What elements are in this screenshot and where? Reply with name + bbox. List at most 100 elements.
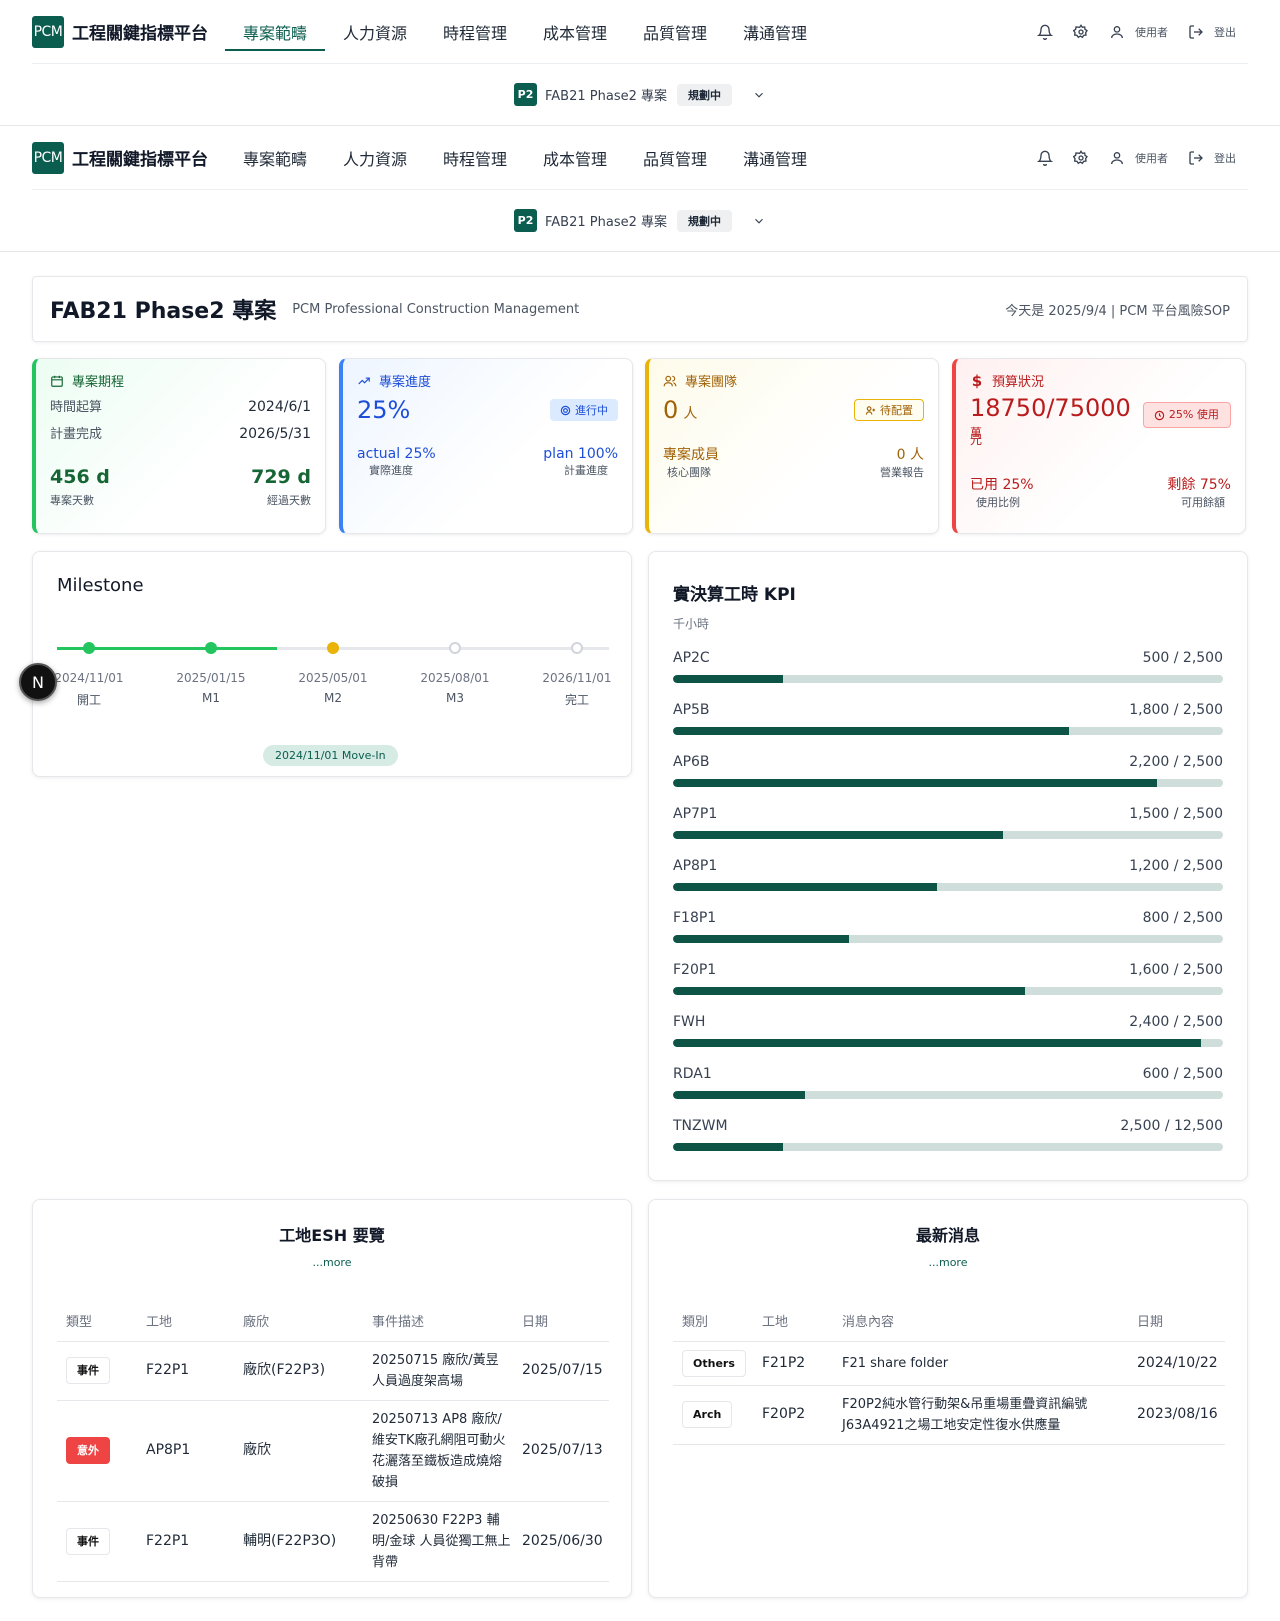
logout-link[interactable]: 登出 (1188, 24, 1236, 40)
col-category: 類別 (673, 1301, 753, 1342)
kpi-name: AP8P1 (673, 858, 718, 874)
type-tag: 事件 (66, 1357, 110, 1384)
brand[interactable]: PCM 工程關鍵指標平台 (32, 15, 225, 48)
kpi-bar-track (673, 779, 1223, 787)
col-site: 工地 (753, 1301, 833, 1342)
chevron-down-icon[interactable] (752, 88, 766, 102)
kpi-row: F20P1 1,600 / 2,500 (673, 962, 1223, 978)
bell-icon[interactable] (1037, 150, 1053, 166)
user-menu[interactable]: 使用者 (1109, 150, 1168, 166)
kpi-item: FWH 2,400 / 2,500 (673, 1014, 1223, 1066)
table-row[interactable]: Arch F20P2 F20P2純水管行動架&吊重場重疊資訊編號J63A4921之場… (673, 1385, 1225, 1445)
logout-label: 登出 (1214, 151, 1236, 165)
start-label: 時間起算 (50, 400, 103, 415)
stat-row: 456 d 729 d (50, 466, 311, 488)
tab-cost[interactable]: 成本管理 (525, 0, 625, 64)
tab-scope[interactable]: 專案範疇 (225, 126, 325, 190)
esh-more-link[interactable]: ...more (33, 1256, 631, 1269)
stat-title: 專案團隊 (685, 375, 738, 390)
kpi-value: 1,200 / 2,500 (1129, 858, 1223, 874)
gear-icon[interactable] (1073, 149, 1089, 166)
budget-pill-text: 25% 使用 (1168, 408, 1219, 421)
milestone-date: 2024/11/01 (54, 671, 124, 685)
tab-cost[interactable]: 成本管理 (525, 126, 625, 190)
kpi-name: AP5B (673, 702, 710, 718)
kpi-value: 800 / 2,500 (1142, 910, 1223, 926)
kpi-item: AP5B 1,800 / 2,500 (673, 702, 1223, 754)
nav-actions: 使用者 登出 (1037, 23, 1236, 40)
kpi-list: AP2C 500 / 2,500 AP5B 1,800 / 2,500 AP6B 2,20… (673, 650, 1223, 1170)
calendar-icon (51, 375, 63, 387)
navbar: PCM 工程關鍵指標平台 專案範疇 人力資源 時程管理 成本管理 品質管理 溝通… (32, 0, 1248, 64)
kpi-bar-track (673, 727, 1223, 735)
kpi-value: 1,600 / 2,500 (1129, 962, 1223, 978)
tab-scope[interactable]: 專案範疇 (225, 0, 325, 64)
milestone-dot[interactable] (327, 642, 339, 654)
milestone-name: M2 (324, 691, 342, 705)
tab-schedule[interactable]: 時程管理 (425, 126, 525, 190)
stat-card-progress: 專案進度 25% 進行中 actual 25% plan 100% 實際進度 計… (339, 358, 633, 534)
milestone-dot[interactable] (205, 642, 217, 654)
kpi-value: 2,400 / 2,500 (1129, 1014, 1223, 1030)
user-menu[interactable]: 使用者 (1109, 24, 1168, 40)
milestone-name: 完工 (564, 693, 589, 707)
bell-icon[interactable] (1037, 24, 1053, 40)
remain-value: 剩餘 75% (1167, 477, 1231, 493)
top-header-duplicate: PCM 工程關鍵指標平台 專案範疇 人力資源 時程管理 成本管理 品質管理 溝通… (0, 126, 1280, 252)
user-icon (1111, 151, 1123, 164)
gear-icon[interactable] (1073, 23, 1089, 40)
kpi-bar-fill (673, 779, 1157, 787)
kpi-row: F18P1 800 / 2,500 (673, 910, 1223, 926)
budget-pill: 25% 使用 (1142, 402, 1231, 428)
tab-quality[interactable]: 品質管理 (625, 126, 725, 190)
tab-quality[interactable]: 品質管理 (625, 0, 725, 64)
milestone-dot[interactable] (571, 642, 583, 654)
floating-n-button[interactable]: N (19, 663, 57, 701)
content-cell: F21 share folder (833, 1341, 1128, 1386)
news-more-link[interactable]: ...more (649, 1256, 1247, 1269)
table-row[interactable]: 事件 F22P1 廠欣(F22P3) 20250715 廠欣/黃昱 人員過度架高場 20… (57, 1341, 609, 1401)
logout-link[interactable]: 登出 (1188, 150, 1236, 166)
nav-tabs: 專案範疇 人力資源 時程管理 成本管理 品質管理 溝通管理 (225, 126, 825, 190)
project-selector[interactable]: P2 FAB21 Phase2 專案 規劃中 (0, 64, 1280, 125)
desc-cell: 20250715 廠欣/黃昱 人員過度架高場 (363, 1341, 513, 1401)
tab-communication[interactable]: 溝通管理 (725, 0, 825, 64)
logout-icon (1189, 24, 1203, 39)
kpi-name: AP6B (673, 754, 710, 770)
nav-tabs: 專案範疇 人力資源 時程管理 成本管理 品質管理 溝通管理 (225, 0, 825, 64)
kpi-bar-track (673, 675, 1223, 683)
news-table-body: Others F21P2 F21 share folder 2024/10/22 Arc… (673, 1341, 1225, 1445)
milestone-name: M3 (446, 691, 464, 705)
milestone-dot[interactable] (83, 642, 95, 654)
kpi-row: FWH 2,400 / 2,500 (673, 1014, 1223, 1030)
tab-hr[interactable]: 人力資源 (325, 126, 425, 190)
today-info[interactable]: 今天是 2025/9/4 | PCM 平台風險SOP (1005, 300, 1230, 319)
chevron-down-icon[interactable] (752, 214, 766, 228)
tab-communication[interactable]: 溝通管理 (725, 126, 825, 190)
brand[interactable]: PCM 工程關鍵指標平台 (32, 141, 225, 174)
tab-hr[interactable]: 人力資源 (325, 0, 425, 64)
milestone-dot[interactable] (449, 642, 461, 654)
kpi-bar-track (673, 831, 1223, 839)
table-row[interactable]: Others F21P2 F21 share folder 2024/10/22 (673, 1341, 1225, 1386)
tab-schedule[interactable]: 時程管理 (425, 0, 525, 64)
type-cell: 事件 (57, 1501, 137, 1582)
move-in-pill: 2024/11/01 Move-In (263, 745, 398, 766)
kpi-name: AP7P1 (673, 806, 718, 822)
kpi-bar-fill (673, 675, 783, 683)
table-row[interactable]: 意外 AP8P1 廠欣 20250713 AP8 廠欣/維安TK廠孔網阻可動火 花灑落… (57, 1400, 609, 1502)
esh-card: 工地ESH 要覽 ...more 類型 工地 廠欣 事件描述 日期 事件 F22P… (32, 1199, 632, 1598)
table-row[interactable]: 事件 F22P1 輔明(F22P3O) 20250630 F22P3 輔明/金球 人員… (57, 1501, 609, 1582)
kpi-item: AP2C 500 / 2,500 (673, 650, 1223, 702)
team-count: 0 人 (663, 396, 697, 424)
category-cell: Arch (673, 1385, 753, 1445)
milestone-name: M1 (202, 691, 220, 705)
stat-row: actual 25% plan 100% (357, 446, 618, 462)
user-plus-icon (865, 405, 876, 415)
type-cell: 事件 (57, 1341, 137, 1401)
project-selector[interactable]: P2 FAB21 Phase2 專案 規劃中 (0, 190, 1280, 251)
actual-value: actual 25% (357, 446, 436, 462)
col-site: 工地 (137, 1301, 234, 1342)
stat-row: 核心團隊 營業報告 (663, 464, 924, 480)
report-sub: 營業報告 (880, 466, 924, 479)
